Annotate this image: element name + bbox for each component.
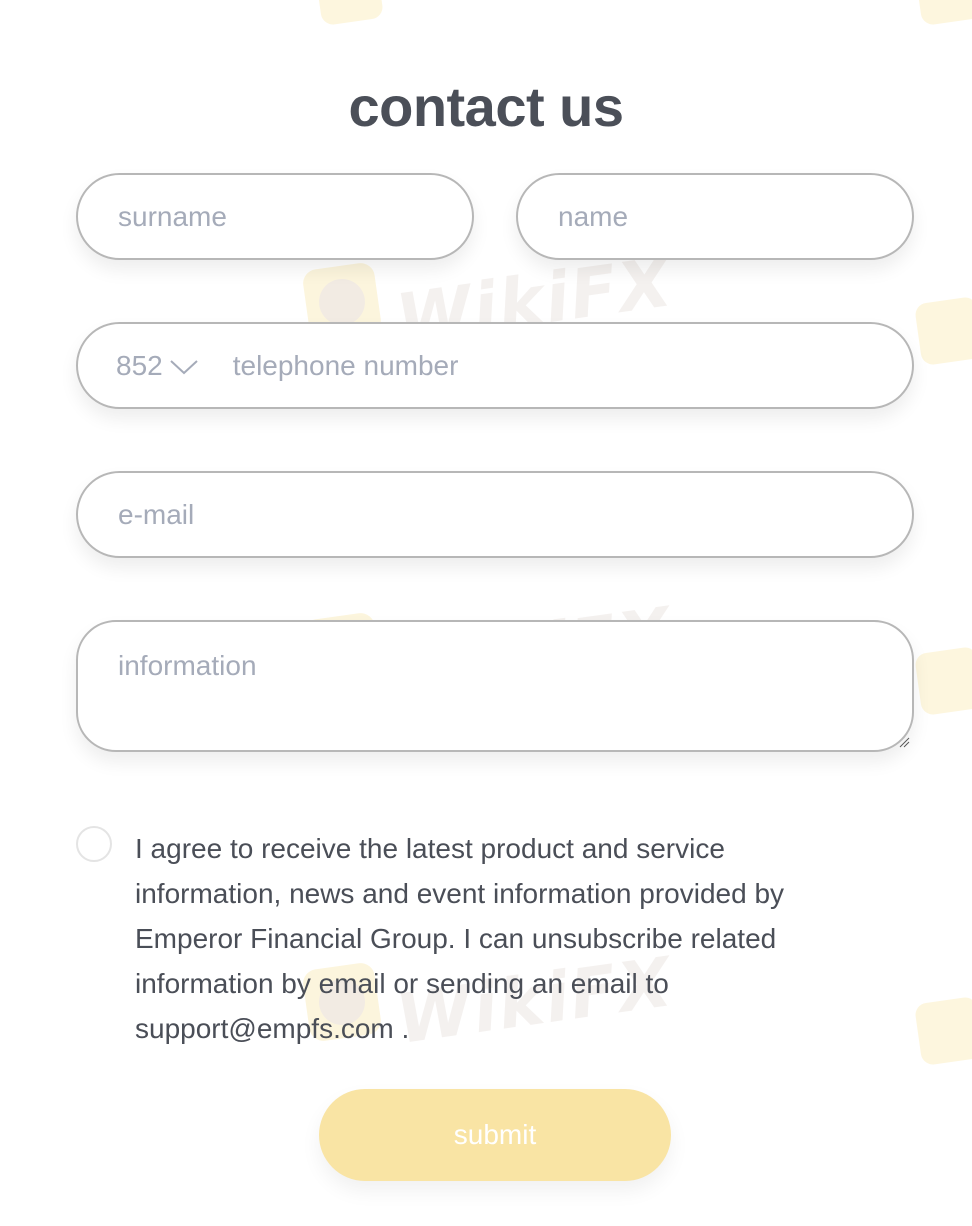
- country-code-value: 852: [116, 349, 163, 381]
- telephone-input[interactable]: [232, 349, 912, 382]
- email-field[interactable]: [76, 471, 914, 558]
- page-title: contact us: [348, 74, 624, 138]
- watermark-logo-icon: [913, 0, 972, 27]
- watermark-logo-icon: [313, 0, 385, 27]
- watermark-logo-icon: [913, 645, 972, 717]
- resize-handle-icon[interactable]: [898, 736, 910, 748]
- watermark-logo-icon: [913, 995, 972, 1067]
- consent-checkbox[interactable]: [76, 826, 112, 862]
- phone-field[interactable]: 852: [76, 322, 914, 409]
- name-input[interactable]: [558, 200, 912, 233]
- surname-field[interactable]: [76, 173, 474, 260]
- country-code-select[interactable]: 852: [116, 350, 199, 382]
- email-input[interactable]: [118, 498, 912, 531]
- surname-input[interactable]: [118, 200, 472, 233]
- information-field[interactable]: [76, 620, 914, 752]
- consent-text: I agree to receive the latest product an…: [135, 833, 785, 1044]
- information-textarea[interactable]: [118, 650, 872, 740]
- submit-button[interactable]: submit: [319, 1089, 671, 1181]
- name-field[interactable]: [516, 173, 914, 260]
- chevron-down-icon: [170, 359, 198, 374]
- watermark-logo-icon: [913, 295, 972, 367]
